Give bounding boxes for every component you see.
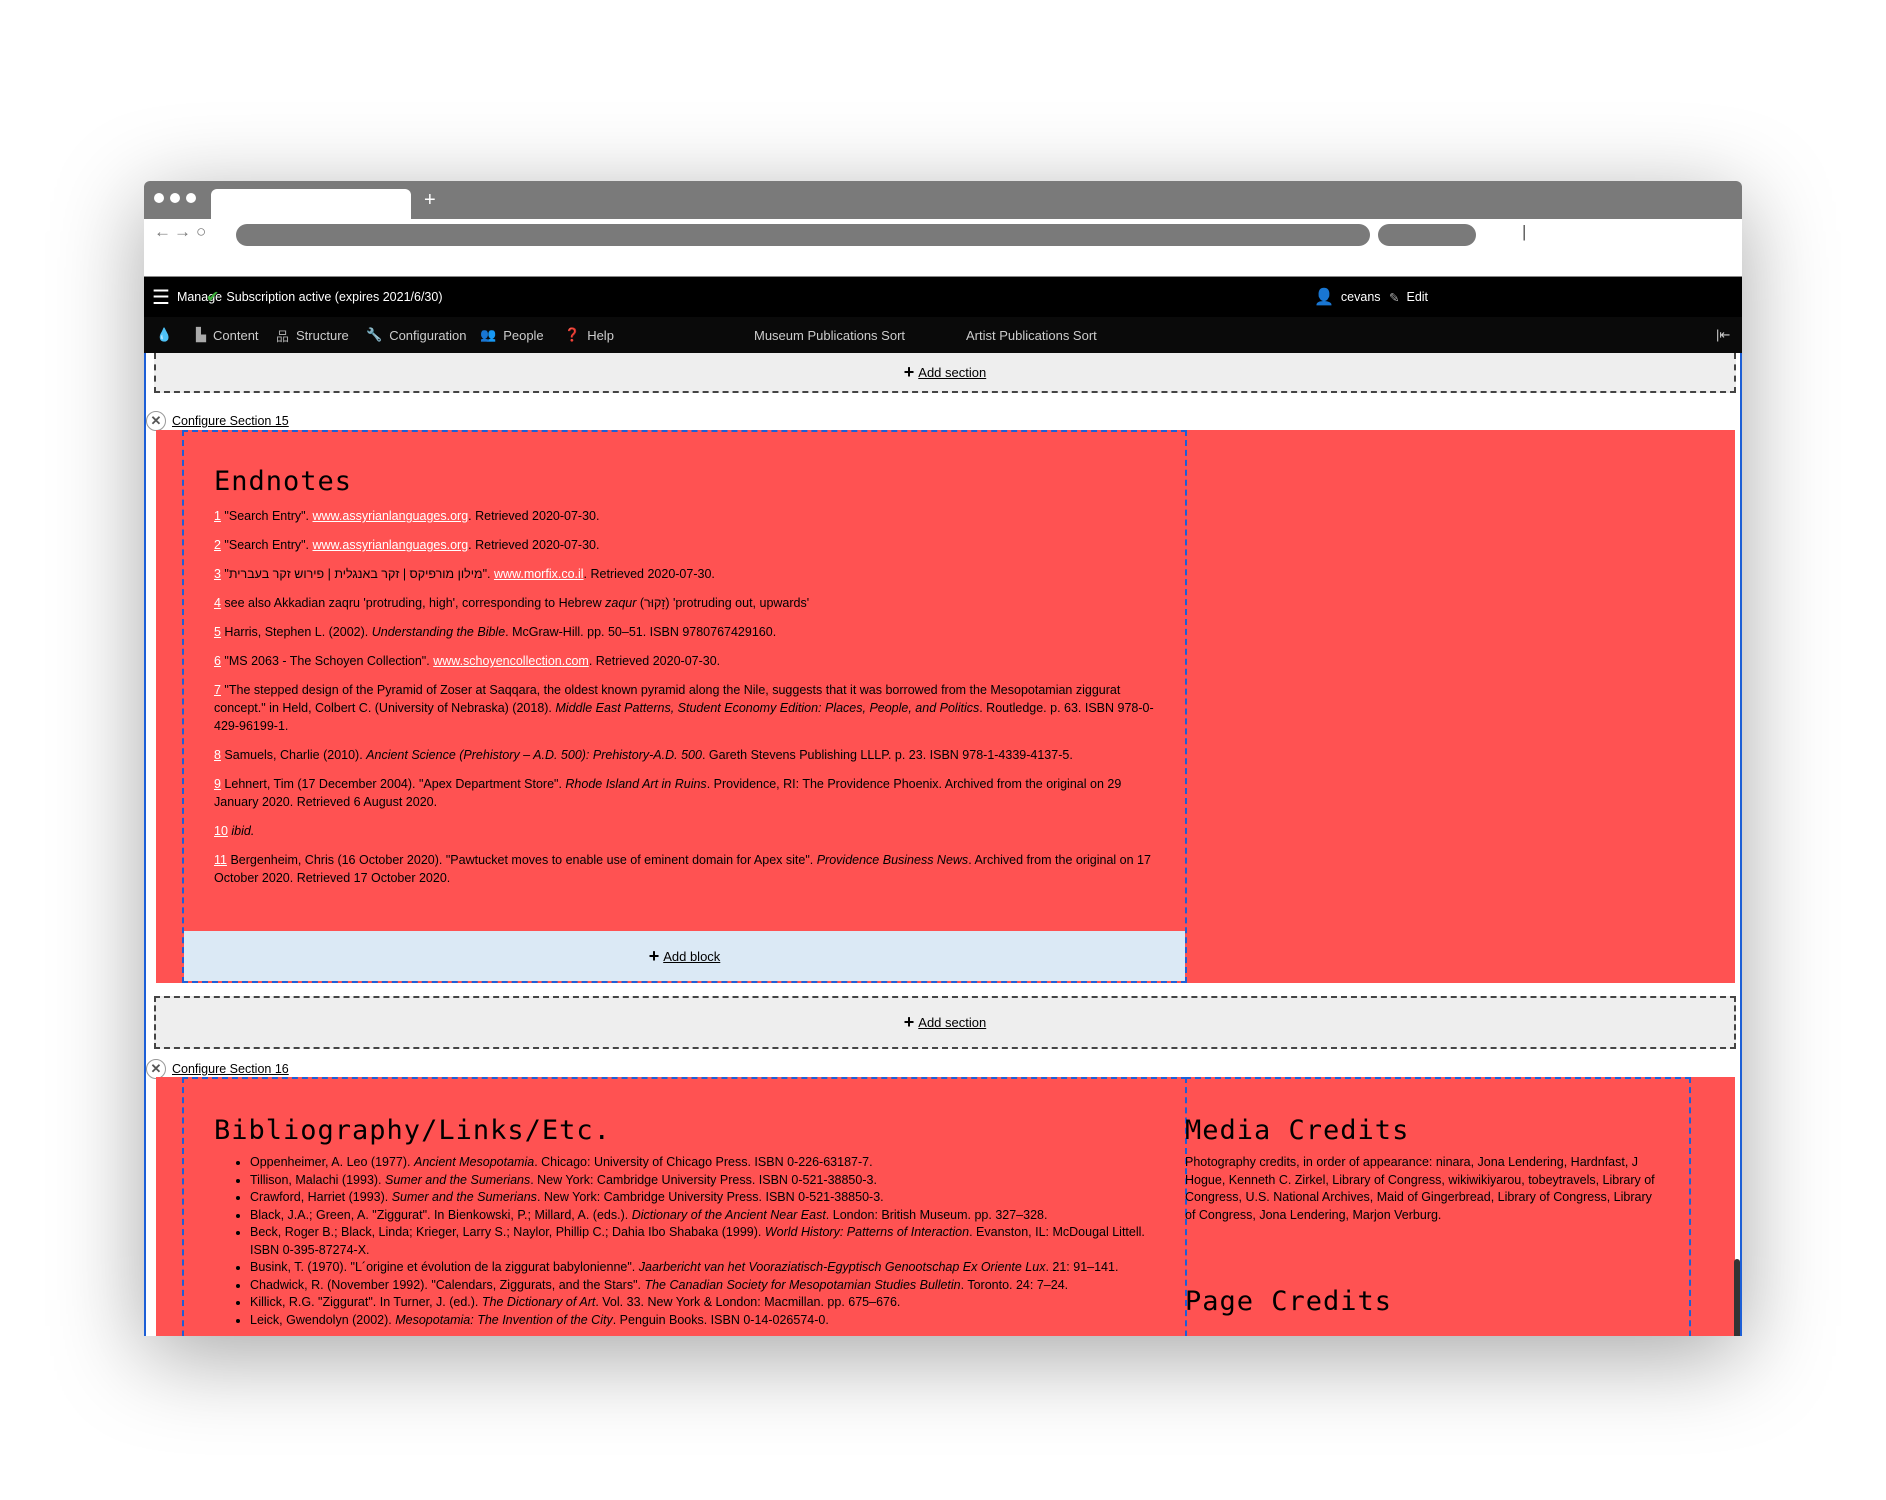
bibliography-item: Tillison, Malachi (1993). Sumer and the … (250, 1172, 1155, 1190)
media-credits-text: Photography credits, in order of appeara… (1185, 1155, 1655, 1222)
endnote-item: 2 "Search Entry". www.assyrianlanguages.… (214, 538, 600, 552)
endnote-backlink[interactable]: 11 (214, 853, 227, 867)
endnote-link[interactable]: www.assyrianlanguages.org (313, 538, 469, 552)
toolbar-people[interactable]: 👥 People (480, 317, 544, 353)
endnote-item: 9 Lehnert, Tim (17 December 2004). "Apex… (214, 777, 1122, 809)
bibliography-list: Oppenheimer, A. Leo (1977). Ancient Meso… (214, 1154, 1155, 1329)
toolbar-help[interactable]: ❓ Help (564, 317, 614, 353)
endnotes-title: Endnotes (214, 466, 353, 497)
bibliography-title: Bibliography/Links/Etc. (214, 1115, 611, 1146)
hamburger-icon: ☰ (152, 286, 170, 309)
endnote-item: 7 "The stepped design of the Pyramid of … (214, 683, 1154, 733)
page-credits-title: Page Credits (1185, 1286, 1393, 1317)
toolbar-content[interactable]: ▙ Content (196, 317, 259, 353)
collapse-tray-icon[interactable]: |⇤ (1716, 317, 1730, 353)
window-controls[interactable] (154, 193, 196, 203)
remove-section-icon[interactable]: ✕ (146, 1059, 166, 1079)
endnote-item: 10 ibid. (214, 824, 255, 838)
edit-button[interactable]: ✎ Edit (1389, 277, 1428, 317)
menu-divider: | (1522, 222, 1527, 241)
bibliography-item: Crawford, Harriet (1993). Sumer and the … (250, 1189, 1155, 1207)
address-bar-row: ← → ○ | (144, 219, 1742, 277)
endnote-link[interactable]: www.assyrianlanguages.org (313, 509, 469, 523)
bibliography-item: Oppenheimer, A. Leo (1977). Ancient Meso… (250, 1154, 1155, 1172)
bibliography-item: Beck, Roger B.; Black, Linda; Krieger, L… (250, 1224, 1155, 1259)
bibliography-item: Killick, R.G. "Ziggurat". In Turner, J. … (250, 1294, 1155, 1312)
endnote-backlink[interactable]: 3 (214, 567, 221, 581)
plus-icon: + (903, 361, 915, 382)
bibliography-block[interactable]: Bibliography/Links/Etc. Oppenheimer, A. … (182, 1077, 1187, 1336)
endnote-item: 4 see also Akkadian zaqru 'protruding, h… (214, 596, 810, 610)
bibliography-item: Chadwick, R. (November 1992). "Calendars… (250, 1277, 1155, 1295)
endnote-link[interactable]: www.schoyencollection.com (433, 654, 589, 668)
section-15: Endnotes 1 "Search Entry". www.assyrianl… (156, 430, 1735, 983)
bibliography-item: Busink, T. (1970). "L´origine et évoluti… (250, 1259, 1155, 1277)
endnote-backlink[interactable]: 2 (214, 538, 221, 552)
plus-icon: + (648, 945, 660, 966)
wrench-icon: 🔧 (366, 327, 383, 342)
add-section-top[interactable]: + Add section (154, 353, 1736, 393)
bibliography-item: Black, J.A.; Green, A. "Ziggurat". In Bi… (250, 1207, 1155, 1225)
forward-icon[interactable]: → (174, 222, 191, 242)
endnote-link[interactable]: www.morfix.co.il (494, 567, 584, 581)
layout-builder: + Add section ✕ Configure Section 15 Endno… (144, 353, 1742, 1336)
toolbar-structure[interactable]: 品 Structure (276, 317, 349, 353)
shortcut-museum-publications-sort[interactable]: Museum Publications Sort (754, 317, 905, 353)
endnote-backlink[interactable]: 4 (214, 596, 221, 610)
endnote-item: 6 "MS 2063 - The Schoyen Collection". ww… (214, 654, 721, 668)
endnote-backlink[interactable]: 7 (214, 683, 221, 697)
browser-window: + ← → ○ | ☰ Manage ✔ Subscription active (… (144, 181, 1742, 1336)
tab-bar: + (144, 181, 1742, 219)
subscription-status: ✔ Subscription active (expires 2021/6/30) (206, 289, 443, 306)
endnotes-block[interactable]: Endnotes 1 "Search Entry". www.assyrianl… (182, 430, 1187, 983)
endnote-backlink[interactable]: 1 (214, 509, 221, 523)
shortcut-artist-publications-sort[interactable]: Artist Publications Sort (966, 317, 1097, 353)
browser-tab[interactable] (211, 189, 411, 219)
url-field[interactable] (236, 224, 1370, 246)
media-credits-title: Media Credits (1185, 1115, 1410, 1146)
reload-icon[interactable]: ○ (196, 222, 206, 242)
file-icon: ▙ (196, 327, 206, 342)
credits-block[interactable]: Media Credits Photography credits, in or… (1185, 1077, 1691, 1336)
endnote-item: 1 "Search Entry". www.assyrianlanguages.… (214, 509, 600, 523)
plus-icon: + (903, 1012, 915, 1032)
check-icon: ✔ (206, 289, 220, 306)
endnote-backlink[interactable]: 8 (214, 748, 221, 762)
endnote-backlink[interactable]: 10 (214, 824, 228, 838)
endnote-item: 3 "מילון מורפיקס | זקר באנגלית | פירוש ז… (214, 567, 715, 581)
configure-section-15-link[interactable]: ✕ Configure Section 15 (146, 411, 289, 431)
sitemap-icon: 品 (276, 328, 290, 344)
user-button[interactable]: 👤 cevans (1314, 277, 1381, 317)
remove-section-icon[interactable]: ✕ (146, 411, 166, 431)
endnote-item: 5 Harris, Stephen L. (2002). Understandi… (214, 625, 777, 639)
endnote-backlink[interactable]: 6 (214, 654, 221, 668)
bibliography-item: Leick, Gwendolyn (2002). Mesopotamia: Th… (250, 1312, 1155, 1330)
scrollbar-thumb[interactable] (1734, 1259, 1740, 1336)
add-section-middle[interactable]: + Add section (154, 996, 1736, 1049)
drupal-icon[interactable]: 💧 (156, 317, 172, 353)
configure-section-16-link[interactable]: ✕ Configure Section 16 (146, 1059, 289, 1079)
add-block-button[interactable]: + Add block (184, 931, 1185, 981)
back-icon[interactable]: ← (154, 222, 171, 242)
endnote-item: 8 Samuels, Charlie (2010). Ancient Scien… (214, 748, 1073, 762)
endnote-backlink[interactable]: 5 (214, 625, 221, 639)
help-icon: ❓ (564, 327, 581, 342)
admin-toolbar: ☰ Manage ✔ Subscription active (expires 20… (144, 277, 1742, 317)
user-icon: 👤 (1314, 289, 1334, 306)
endnote-item: 11 Bergenheim, Chris (16 October 2020). … (214, 853, 1151, 885)
extension-field[interactable] (1378, 224, 1476, 246)
pencil-icon: ✎ (1389, 290, 1400, 305)
endnote-backlink[interactable]: 9 (214, 777, 221, 791)
section-16: Bibliography/Links/Etc. Oppenheimer, A. … (156, 1077, 1735, 1336)
admin-tray: 💧 ▙ Content 品 Structure 🔧 Configuration 👥 Pe… (144, 317, 1742, 353)
people-icon: 👥 (480, 327, 497, 342)
endnotes-list: 1 "Search Entry". www.assyrianlanguages.… (214, 507, 1155, 887)
new-tab-button[interactable]: + (424, 189, 436, 212)
toolbar-configuration[interactable]: 🔧 Configuration (366, 317, 467, 353)
